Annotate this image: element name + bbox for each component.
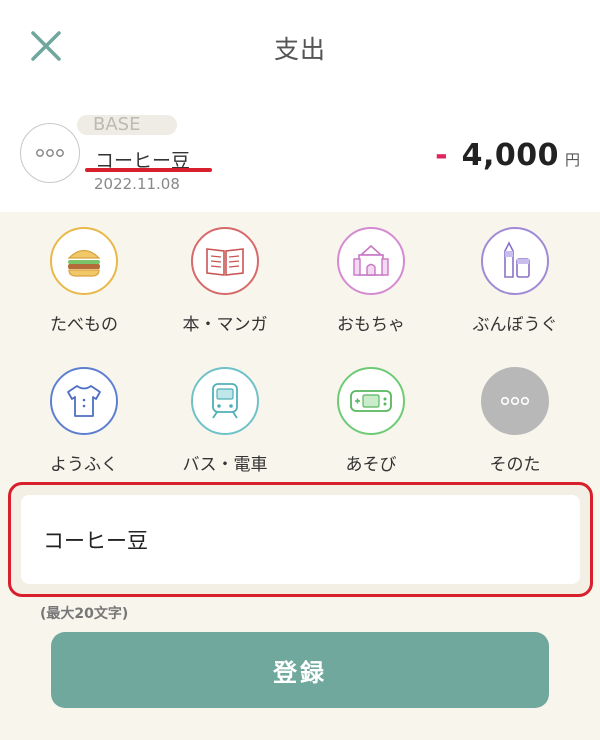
category-toys[interactable]: おもちゃ: [296, 222, 446, 340]
category-label: ぶんぼうぐ: [472, 315, 558, 335]
category-books[interactable]: 本・マンガ: [150, 222, 300, 340]
shirt-icon: [50, 367, 118, 435]
register-button[interactable]: 登録: [51, 632, 549, 708]
amount-value: 4,000: [461, 138, 559, 173]
category-label: バス・電車: [182, 455, 268, 475]
header-area: 支出 BASE コーヒー豆 2022.11.08 - 4,000 円: [0, 0, 600, 212]
category-play[interactable]: あそび: [296, 362, 446, 480]
category-transport[interactable]: バス・電車: [150, 362, 300, 480]
amount-unit: 円: [564, 151, 580, 169]
category-label: ようふく: [50, 455, 118, 475]
toy-castle-icon: [337, 227, 405, 295]
category-label: たべもの: [50, 315, 118, 335]
stationery-icon: [481, 227, 549, 295]
more-icon: [36, 149, 64, 157]
category-food[interactable]: たべもの: [9, 222, 159, 340]
transaction-date: 2022.11.08: [94, 175, 180, 193]
category-label: そのた: [489, 455, 541, 475]
train-icon: [191, 367, 259, 435]
memo-input[interactable]: [21, 495, 580, 584]
hamburger-icon: [50, 227, 118, 295]
store-name: BASE: [77, 115, 177, 135]
category-clothes[interactable]: ようふく: [9, 362, 159, 480]
category-other[interactable]: そのた: [440, 362, 590, 480]
category-label: おもちゃ: [337, 315, 405, 335]
category-stationery[interactable]: ぶんぼうぐ: [440, 222, 590, 340]
transaction-avatar: [20, 123, 80, 183]
book-icon: [191, 227, 259, 295]
transaction-amount: - 4,000 円: [435, 138, 580, 173]
game-console-icon: [337, 367, 405, 435]
amount-sign: -: [435, 138, 448, 173]
category-grid: たべもの 本・マンガ おもちゃ ぶんぼうぐ ようふく バス・電車 あそび そのた: [0, 222, 600, 482]
more-icon: [481, 367, 549, 435]
page-title: 支出: [273, 35, 326, 64]
category-label: あそび: [345, 455, 397, 475]
red-underline-annotation: [85, 168, 212, 172]
category-label: 本・マンガ: [182, 315, 268, 335]
memo-input-highlight: [8, 482, 593, 597]
max-length-hint: (最大20文字): [40, 606, 129, 622]
